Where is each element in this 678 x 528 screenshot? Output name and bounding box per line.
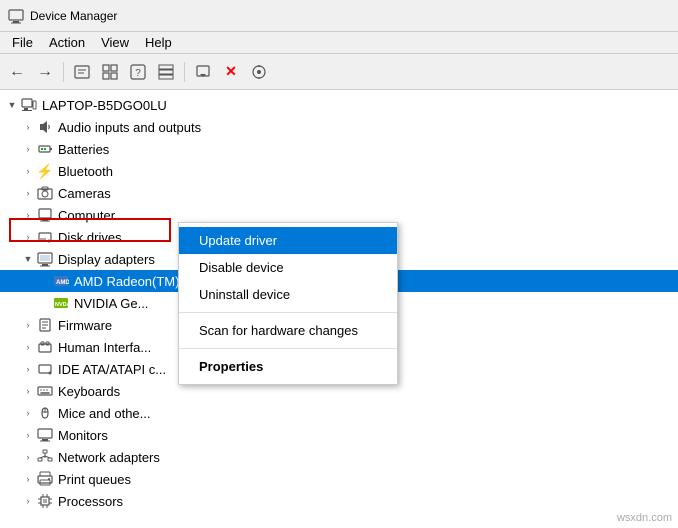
computer-expand-icon: › bbox=[20, 210, 36, 220]
disk-icon bbox=[36, 228, 54, 246]
menu-bar: File Action View Help bbox=[0, 32, 678, 54]
monitors-icon bbox=[36, 426, 54, 444]
cameras-expand-icon: › bbox=[20, 188, 36, 198]
svg-text:?: ? bbox=[135, 68, 141, 79]
audio-expand-icon: › bbox=[20, 122, 36, 132]
cameras-label: Cameras bbox=[58, 186, 111, 201]
tree-root[interactable]: ▼ LAPTOP-B5DGO0LU bbox=[0, 94, 678, 116]
processors-expand-icon: › bbox=[20, 496, 36, 506]
toolbar-update-btn[interactable] bbox=[190, 59, 216, 85]
bluetooth-icon: ⚡ bbox=[36, 162, 54, 180]
display-expand-icon: ▼ bbox=[20, 254, 36, 264]
keyboards-label: Keyboards bbox=[58, 384, 120, 399]
title-bar-icon bbox=[8, 8, 24, 24]
ide-expand-icon: › bbox=[20, 364, 36, 374]
batteries-icon bbox=[36, 140, 54, 158]
nvidia-icon: NVDA bbox=[52, 294, 70, 312]
context-sep-1 bbox=[179, 312, 397, 313]
display-icon bbox=[36, 250, 54, 268]
context-properties[interactable]: Properties bbox=[179, 353, 397, 380]
tree-bluetooth[interactable]: › ⚡ Bluetooth bbox=[0, 160, 678, 182]
human-expand-icon: › bbox=[20, 342, 36, 352]
keyboards-expand-icon: › bbox=[20, 386, 36, 396]
toolbar-view-btn[interactable] bbox=[153, 59, 179, 85]
root-label: LAPTOP-B5DGO0LU bbox=[42, 98, 167, 113]
menu-help[interactable]: Help bbox=[137, 33, 180, 52]
print-expand-icon: › bbox=[20, 474, 36, 484]
firmware-label: Firmware bbox=[58, 318, 112, 333]
amd-icon: AMD bbox=[52, 272, 70, 290]
display-label: Display adapters bbox=[58, 252, 155, 267]
monitors-expand-icon: › bbox=[20, 430, 36, 440]
computer-label: Computer bbox=[58, 208, 115, 223]
main-content: ▼ LAPTOP-B5DGO0LU › Audio inputs and bbox=[0, 90, 678, 528]
root-icon bbox=[20, 96, 38, 114]
menu-view[interactable]: View bbox=[93, 33, 137, 52]
toolbar-scan-btn[interactable] bbox=[246, 59, 272, 85]
print-label: Print queues bbox=[58, 472, 131, 487]
root-expand-icon: ▼ bbox=[4, 100, 20, 110]
batteries-expand-icon: › bbox=[20, 144, 36, 154]
menu-file[interactable]: File bbox=[4, 33, 41, 52]
context-disable-device[interactable]: Disable device bbox=[179, 254, 397, 281]
cameras-icon bbox=[36, 184, 54, 202]
audio-icon bbox=[36, 118, 54, 136]
mice-expand-icon: › bbox=[20, 408, 36, 418]
tree-audio[interactable]: › Audio inputs and outputs bbox=[0, 116, 678, 138]
network-expand-icon: › bbox=[20, 452, 36, 462]
print-icon bbox=[36, 470, 54, 488]
toolbar: ← → ? ✕ bbox=[0, 54, 678, 90]
svg-text:NVDA: NVDA bbox=[55, 302, 69, 308]
context-menu: Update driver Disable device Uninstall d… bbox=[178, 222, 398, 385]
firmware-icon bbox=[36, 316, 54, 334]
title-bar-text: Device Manager bbox=[30, 9, 117, 23]
tree-batteries[interactable]: › Batteries bbox=[0, 138, 678, 160]
disk-label: Disk drives bbox=[58, 230, 122, 245]
bluetooth-expand-icon: › bbox=[20, 166, 36, 176]
toolbar-sep-2 bbox=[184, 62, 185, 82]
nvidia-label: NVIDIA Ge... bbox=[74, 296, 148, 311]
ide-label: IDE ATA/ATAPI c... bbox=[58, 362, 166, 377]
disk-expand-icon: › bbox=[20, 232, 36, 242]
human-icon bbox=[36, 338, 54, 356]
context-uninstall-device[interactable]: Uninstall device bbox=[179, 281, 397, 308]
toolbar-remove-btn[interactable]: ✕ bbox=[218, 59, 244, 85]
bluetooth-label: Bluetooth bbox=[58, 164, 113, 179]
mice-icon bbox=[36, 404, 54, 422]
computer-icon bbox=[36, 206, 54, 224]
batteries-label: Batteries bbox=[58, 142, 109, 157]
tree-processors[interactable]: › Processors bbox=[0, 490, 678, 512]
context-scan-hardware[interactable]: Scan for hardware changes bbox=[179, 317, 397, 344]
processors-label: Processors bbox=[58, 494, 123, 509]
toolbar-back-btn[interactable]: ← bbox=[4, 59, 30, 85]
toolbar-sep-1 bbox=[63, 62, 64, 82]
context-update-driver[interactable]: Update driver bbox=[179, 227, 397, 254]
firmware-expand-icon: › bbox=[20, 320, 36, 330]
svg-text:AMD: AMD bbox=[56, 280, 69, 286]
monitors-label: Monitors bbox=[58, 428, 108, 443]
tree-print[interactable]: › Print queues bbox=[0, 468, 678, 490]
tree-monitors[interactable]: › Monitors bbox=[0, 424, 678, 446]
network-icon bbox=[36, 448, 54, 466]
toolbar-grid-btn[interactable] bbox=[97, 59, 123, 85]
tree-network[interactable]: › Network adapters bbox=[0, 446, 678, 468]
toolbar-forward-btn[interactable]: → bbox=[32, 59, 58, 85]
keyboards-icon bbox=[36, 382, 54, 400]
tree-mice[interactable]: › Mice and othe... bbox=[0, 402, 678, 424]
ide-icon bbox=[36, 360, 54, 378]
audio-label: Audio inputs and outputs bbox=[58, 120, 201, 135]
context-sep-2 bbox=[179, 348, 397, 349]
tree-cameras[interactable]: › Cameras bbox=[0, 182, 678, 204]
menu-action[interactable]: Action bbox=[41, 33, 93, 52]
watermark: wsxdn.com bbox=[617, 512, 672, 524]
network-label: Network adapters bbox=[58, 450, 160, 465]
toolbar-properties-btn[interactable] bbox=[69, 59, 95, 85]
human-label: Human Interfa... bbox=[58, 340, 151, 355]
title-bar: Device Manager bbox=[0, 0, 678, 32]
toolbar-help-btn[interactable]: ? bbox=[125, 59, 151, 85]
processors-icon bbox=[36, 492, 54, 510]
mice-label: Mice and othe... bbox=[58, 406, 151, 421]
